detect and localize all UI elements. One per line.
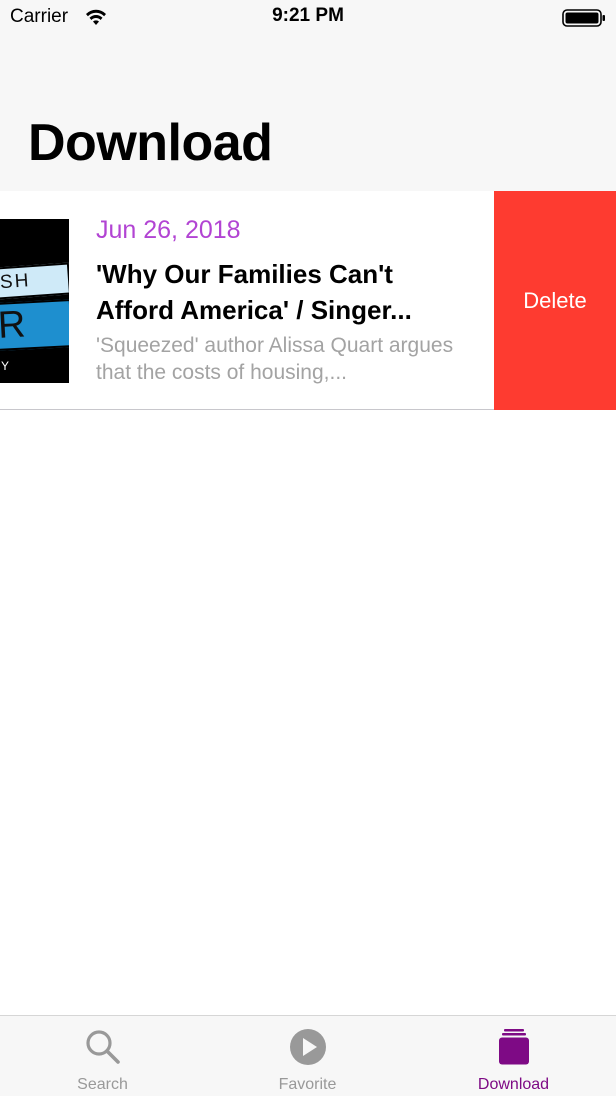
tab-search-label: Search xyxy=(77,1076,128,1093)
tab-favorite[interactable]: Favorite xyxy=(205,1016,410,1096)
page-title: Download xyxy=(28,114,273,172)
list-item-content[interactable]: SH R Y Jun 26, 2018 'Why Our Families Ca… xyxy=(0,191,494,410)
search-icon xyxy=(84,1028,122,1066)
podcast-thumbnail: SH R Y xyxy=(0,219,69,383)
navigation-header: Carrier 9:21 PM Download xyxy=(0,0,616,191)
thumbnail-text-bottom: R xyxy=(0,303,27,347)
row-divider xyxy=(0,409,494,410)
tab-download[interactable]: Download xyxy=(411,1016,616,1096)
status-time: 9:21 PM xyxy=(272,5,344,26)
thumbnail-text-small: Y xyxy=(1,359,10,373)
episode-title: 'Why Our Families Can't Afford America' … xyxy=(96,259,412,325)
screen: Carrier 9:21 PM Download SH R Y Jun 26, … xyxy=(0,0,616,1096)
status-bar: Carrier 9:21 PM xyxy=(0,0,616,40)
download-stack-icon xyxy=(495,1028,533,1066)
episode-description: 'Squeezed' author Alissa Quart argues th… xyxy=(96,334,454,384)
episode-date: Jun 26, 2018 xyxy=(96,216,241,244)
tab-favorite-label: Favorite xyxy=(278,1076,337,1093)
thumbnail-text-top: SH xyxy=(0,270,32,294)
battery-icon xyxy=(562,9,606,27)
tab-download-label: Download xyxy=(477,1076,550,1093)
play-circle-icon xyxy=(289,1028,327,1066)
delete-button[interactable]: Delete xyxy=(494,191,616,410)
tab-bar: Search Favorite Download xyxy=(0,1015,616,1096)
tab-search[interactable]: Search xyxy=(0,1016,205,1096)
